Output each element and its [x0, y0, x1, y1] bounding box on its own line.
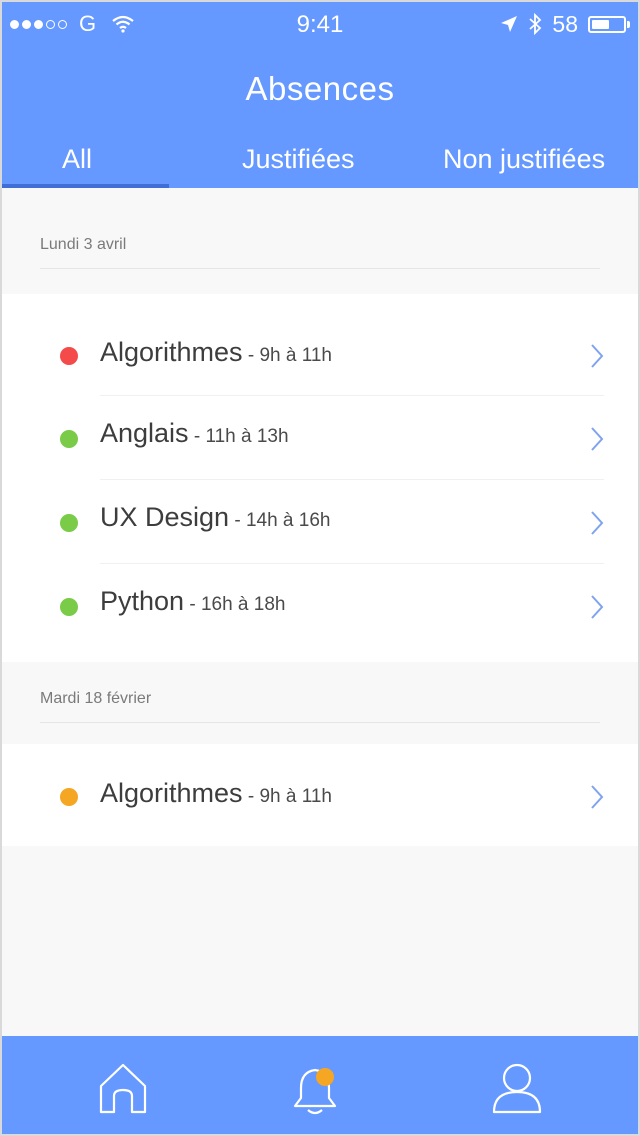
bottom-nav: [2, 1036, 638, 1134]
course-time: - 9h à 11h: [242, 786, 332, 807]
course-name: Python: [100, 586, 185, 616]
nav-notifications[interactable]: [287, 1060, 343, 1116]
absence-row[interactable]: UX Design - 14h à 16h: [2, 480, 638, 564]
nav-profile[interactable]: [489, 1060, 545, 1116]
section-date: Lundi 3 avril: [40, 236, 127, 253]
header: G 9:41 58 Absences All Justifiées Non ju…: [2, 2, 638, 188]
chevron-right-icon: [591, 427, 604, 451]
absence-row[interactable]: Algorithmes - 9h à 11h: [2, 744, 638, 846]
course-name: Algorithmes: [100, 778, 243, 808]
app-screen: G 9:41 58 Absences All Justifiées Non ju…: [0, 0, 640, 1136]
absence-row[interactable]: Anglais - 11h à 13h: [2, 396, 638, 480]
absence-list: Algorithmes - 9h à 11h Anglais - 11h à 1…: [2, 294, 638, 662]
nav-home[interactable]: [95, 1060, 151, 1116]
chevron-right-icon: [591, 344, 604, 368]
absence-text: Algorithmes - 9h à 11h: [100, 337, 332, 368]
absence-text: Algorithmes - 9h à 11h: [100, 778, 332, 809]
bell-icon: [293, 1068, 337, 1115]
absence-text: UX Design - 14h à 16h: [100, 502, 330, 533]
status-dot: [60, 430, 78, 448]
course-time: - 11h à 13h: [188, 426, 289, 447]
bluetooth-icon: [529, 13, 542, 35]
notification-badge: [316, 1068, 334, 1086]
section-date: Mardi 18 février: [40, 690, 152, 707]
status-dot: [60, 598, 78, 616]
section-divider: [40, 268, 600, 269]
tab-all[interactable]: All: [62, 144, 92, 175]
tab-unjustified[interactable]: Non justifiées: [443, 144, 605, 175]
chevron-right-icon: [591, 785, 604, 809]
status-bar: G 9:41 58: [2, 2, 638, 44]
chevron-right-icon: [591, 595, 604, 619]
absence-text: Anglais - 11h à 13h: [100, 418, 289, 449]
course-name: Algorithmes: [100, 337, 243, 367]
section-divider: [40, 722, 600, 723]
status-dot: [60, 514, 78, 532]
home-icon: [99, 1063, 147, 1114]
course-name: UX Design: [100, 502, 230, 532]
status-dot: [60, 347, 78, 365]
status-dot: [60, 788, 78, 806]
battery-percentage: 58: [552, 10, 578, 37]
course-time: - 14h à 16h: [229, 510, 331, 531]
tab-bar: All Justifiées Non justifiées: [2, 132, 638, 188]
battery-icon: [588, 15, 630, 33]
absence-text: Python - 16h à 18h: [100, 586, 285, 617]
page-title: Absences: [245, 70, 395, 107]
status-right: 58: [500, 10, 630, 38]
absence-list: Algorithmes - 9h à 11h: [2, 744, 638, 846]
user-icon: [492, 1063, 542, 1114]
course-time: - 9h à 11h: [242, 345, 332, 366]
course-time: - 16h à 18h: [184, 594, 286, 615]
section-header: Lundi 3 avril: [2, 188, 638, 294]
course-name: Anglais: [100, 418, 189, 448]
section-header: Mardi 18 février: [2, 662, 638, 744]
absence-row[interactable]: Algorithmes - 9h à 11h: [2, 294, 638, 396]
absence-row[interactable]: Python - 16h à 18h: [2, 564, 638, 662]
chevron-right-icon: [591, 511, 604, 535]
tab-justified[interactable]: Justifiées: [242, 144, 355, 175]
location-arrow-icon: [501, 16, 518, 32]
